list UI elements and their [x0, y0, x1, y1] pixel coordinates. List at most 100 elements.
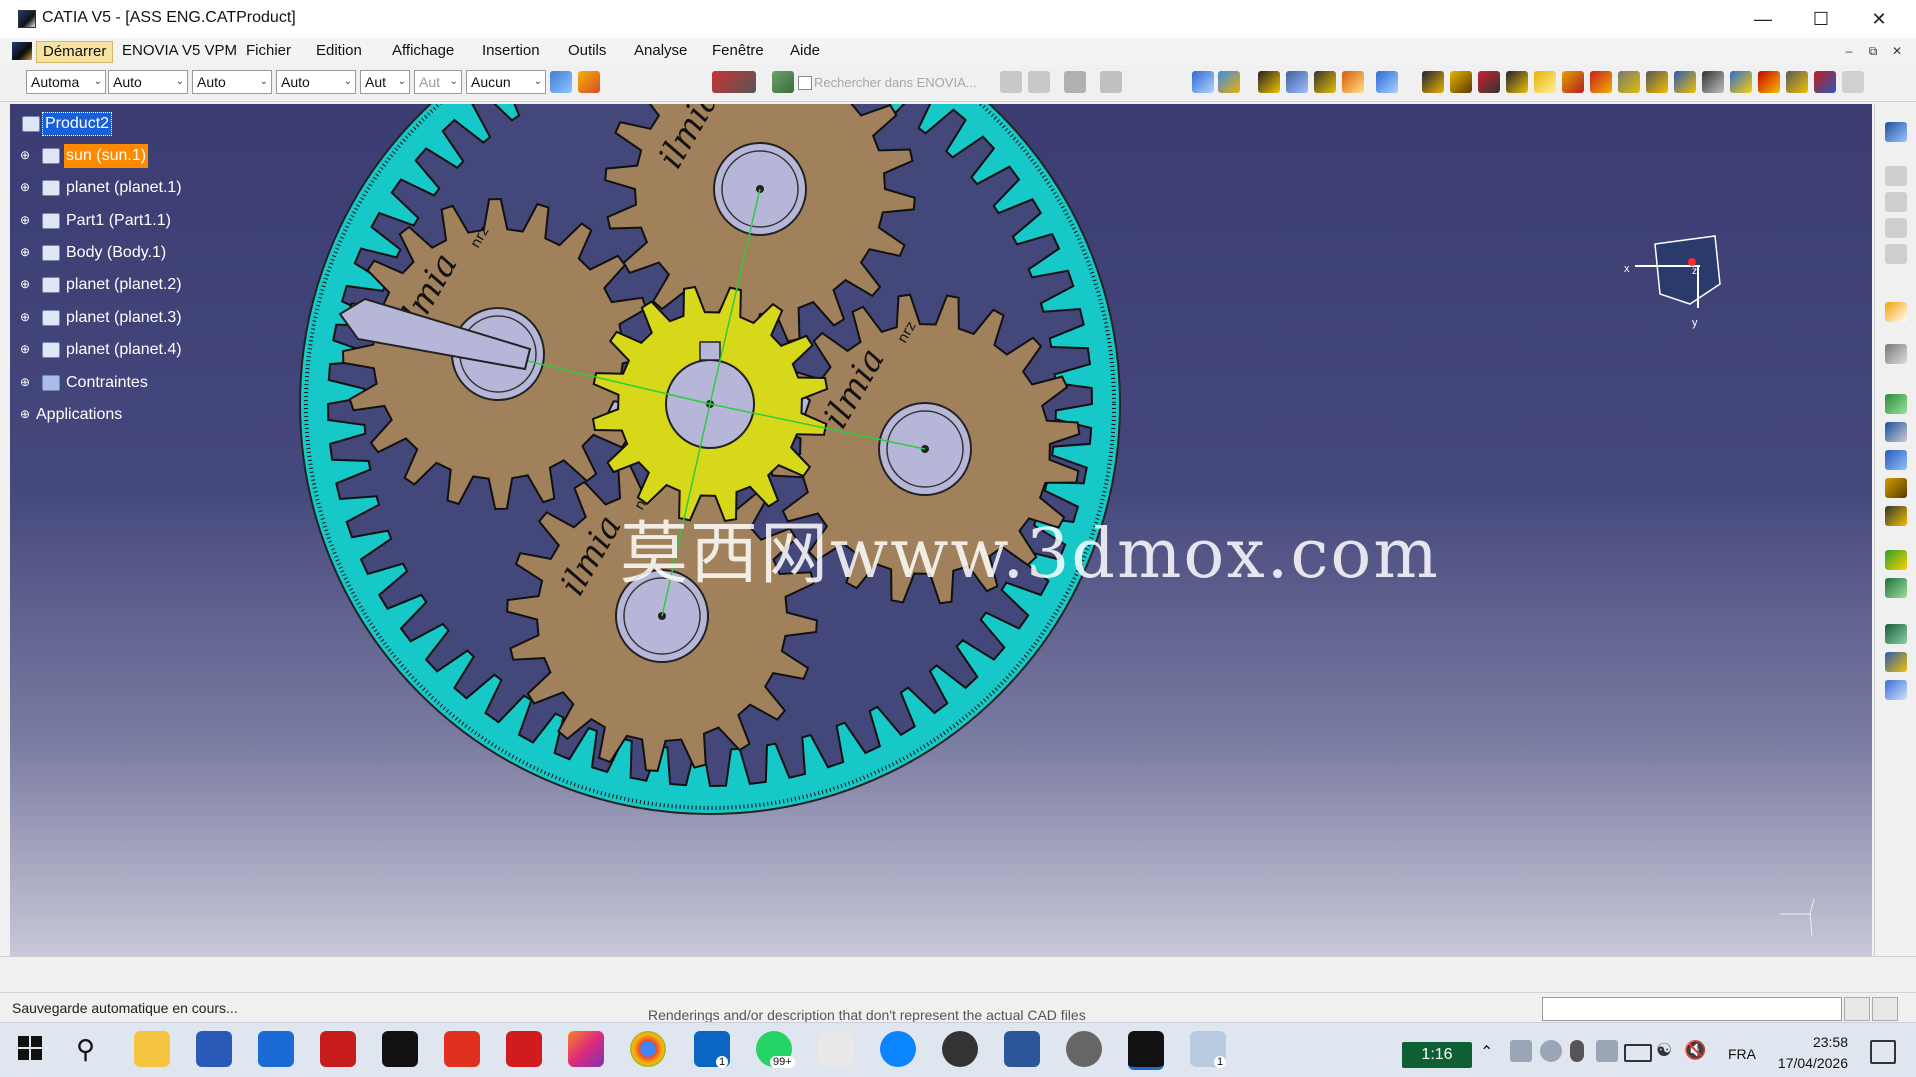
quick-constraint-icon[interactable] — [1590, 71, 1612, 93]
doc-minimize-icon[interactable]: – — [1840, 42, 1858, 60]
language-indicator[interactable]: FRA — [1728, 1046, 1756, 1062]
battery-icon[interactable] — [1624, 1044, 1652, 1062]
table-icon[interactable] — [1786, 71, 1808, 93]
catia-active-icon[interactable] — [1128, 1031, 1164, 1070]
wifi-icon[interactable]: ☯ — [1656, 1040, 1672, 1061]
combo-aut-1[interactable]: Aut ⌄ — [360, 70, 410, 94]
fix-together-icon[interactable] — [1562, 71, 1584, 93]
paint-icon[interactable] — [818, 1031, 854, 1067]
minimize-button[interactable]: — — [1734, 0, 1792, 38]
menu-fenetre[interactable]: Fenêtre — [706, 41, 770, 61]
part-icon[interactable] — [1885, 192, 1907, 212]
settings-icon[interactable] — [1066, 1031, 1102, 1067]
menu-affichage[interactable]: Affichage — [386, 41, 460, 61]
display-icon[interactable] — [1596, 1040, 1618, 1062]
combo-auto-1[interactable]: Auto ⌄ — [108, 70, 188, 94]
product-icon[interactable] — [1885, 166, 1907, 186]
doc-restore-icon[interactable]: ⧉ — [1864, 42, 1882, 60]
clock-date[interactable]: 17/04/2026 — [1756, 1055, 1848, 1071]
move-icon[interactable] — [1885, 344, 1907, 364]
tree-item-body[interactable]: ⊕ Body (Body.1) — [10, 241, 210, 265]
catia-taskbar-icon[interactable] — [382, 1031, 418, 1067]
tools-icon[interactable] — [1885, 506, 1907, 526]
coincidence-icon[interactable] — [1422, 71, 1444, 93]
command-input[interactable] — [1542, 997, 1842, 1021]
assembly-constraint-icon[interactable] — [1258, 71, 1280, 93]
fusion-icon[interactable] — [444, 1031, 480, 1067]
change-constraint-icon[interactable] — [1646, 71, 1668, 93]
combo-aut-2[interactable]: Aut ⌄ — [414, 70, 462, 94]
grid-icon[interactable] — [1028, 71, 1050, 93]
axis-icon[interactable] — [1842, 71, 1864, 93]
replace-icon[interactable] — [1885, 244, 1907, 264]
volume-muted-icon[interactable]: 🔇 — [1684, 1040, 1706, 1061]
combo-auto-3[interactable]: Auto ⌄ — [276, 70, 356, 94]
tree-item-sun[interactable]: ⊕ sun (sun.1) — [10, 144, 210, 168]
tree-root[interactable]: Product2 — [10, 112, 210, 136]
space-analysis-icon[interactable] — [1885, 450, 1907, 470]
tree-item-planet-2[interactable]: ⊕ planet (planet.2) — [10, 273, 210, 297]
wrench-icon[interactable] — [1100, 71, 1122, 93]
status-button-2[interactable] — [1872, 997, 1898, 1021]
search-checkbox[interactable] — [798, 76, 812, 90]
chrome-icon[interactable] — [630, 1031, 666, 1067]
menu-analyse[interactable]: Analyse — [628, 41, 693, 61]
clash-icon[interactable] — [1342, 71, 1364, 93]
expand-icon[interactable]: ⊕ — [20, 311, 30, 323]
select-icon[interactable] — [1885, 302, 1907, 322]
contact-icon[interactable] — [1450, 71, 1472, 93]
sectioning-icon[interactable] — [1885, 394, 1907, 414]
expand-icon[interactable]: ⊕ — [20, 376, 30, 388]
chevron-up-icon[interactable]: ⌃ — [1480, 1042, 1493, 1062]
update-icon[interactable] — [1730, 71, 1752, 93]
enovia-logo-icon[interactable] — [712, 71, 756, 93]
combo-automa[interactable]: Automa ⌄ — [26, 70, 106, 94]
combo-aucun[interactable]: Aucun ⌄ — [466, 70, 546, 94]
rotate-view-icon[interactable] — [1192, 71, 1214, 93]
status-button-1[interactable] — [1844, 997, 1870, 1021]
expand-icon[interactable]: ⊕ — [20, 149, 30, 161]
manipulate-icon[interactable] — [1218, 71, 1240, 93]
tree-item-part1[interactable]: ⊕ Part1 (Part1.1) — [10, 209, 210, 233]
scene-icon[interactable] — [1885, 550, 1907, 570]
clock-time[interactable]: 23:58 — [1768, 1034, 1848, 1050]
menu-enovia[interactable]: ENOVIA V5 VPM — [116, 41, 243, 61]
tree-item-planet-3[interactable]: ⊕ planet (planet.3) — [10, 306, 210, 330]
menu-insertion[interactable]: Insertion — [476, 41, 546, 61]
swap-icon[interactable] — [1064, 71, 1086, 93]
simulation-icon[interactable] — [1885, 624, 1907, 644]
close-button[interactable]: ✕ — [1850, 0, 1908, 38]
measure-icon[interactable] — [1702, 71, 1724, 93]
menu-outils[interactable]: Outils — [562, 41, 612, 61]
menu-fichier[interactable]: Fichier — [240, 41, 297, 61]
doc-close-icon[interactable]: ✕ — [1888, 42, 1906, 60]
tree-item-applications[interactable]: ⊕ Applications — [10, 403, 210, 427]
windows-start-icon[interactable] — [18, 1036, 42, 1060]
3d-viewport[interactable]: ilmianrzilmianrzilmianrzilmianrz x y z 莫… — [10, 104, 1872, 956]
edge-icon[interactable] — [880, 1031, 916, 1067]
expand-icon[interactable]: ⊕ — [20, 214, 30, 226]
workbench-icon[interactable] — [1885, 122, 1907, 142]
combo-auto-2[interactable]: Auto ⌄ — [192, 70, 272, 94]
solidworks-icon[interactable] — [320, 1031, 356, 1067]
angle-icon[interactable] — [1506, 71, 1528, 93]
flexible-icon[interactable] — [1618, 71, 1640, 93]
search-enovia-field[interactable]: Rechercher dans ENOVIA... — [814, 75, 977, 90]
expand-icon[interactable]: ⊕ — [20, 246, 30, 258]
bom-icon[interactable] — [1814, 71, 1836, 93]
sequence-icon[interactable] — [1885, 680, 1907, 700]
reuse-pattern-icon[interactable] — [1674, 71, 1696, 93]
outlook-icon[interactable] — [258, 1031, 294, 1067]
tree-item-planet-4[interactable]: ⊕ planet (planet.4) — [10, 338, 210, 362]
enhanced-scene-icon[interactable] — [1885, 578, 1907, 598]
gear-icon[interactable] — [1758, 71, 1780, 93]
compass-widget[interactable]: x y z — [1620, 224, 1770, 364]
fix-icon[interactable] — [1534, 71, 1556, 93]
explode-icon[interactable] — [1314, 71, 1336, 93]
store-icon[interactable] — [196, 1031, 232, 1067]
catalog-icon[interactable] — [1376, 71, 1398, 93]
snap-icon[interactable] — [1286, 71, 1308, 93]
menu-aide[interactable]: Aide — [784, 41, 826, 61]
brush-icon[interactable] — [578, 71, 600, 93]
cloud-icon[interactable] — [1540, 1040, 1562, 1062]
